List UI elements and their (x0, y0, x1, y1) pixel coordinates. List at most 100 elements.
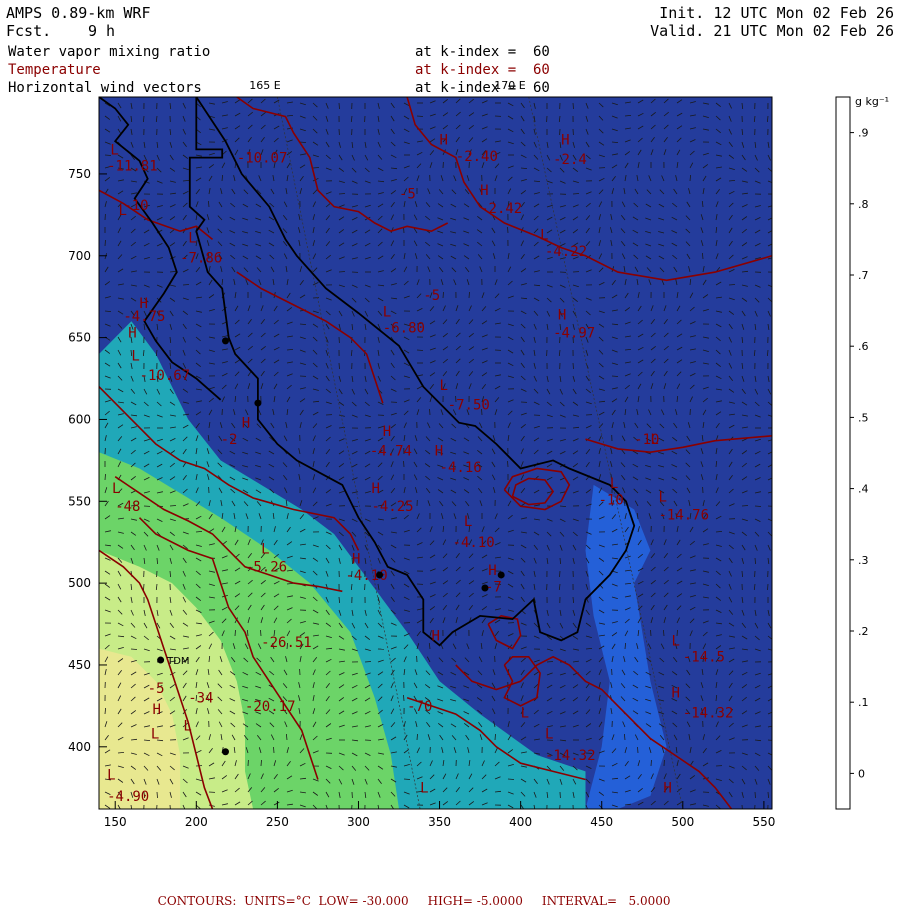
hl-label: H (663, 781, 671, 797)
wind-barb (573, 103, 574, 109)
hl-label: L (521, 705, 529, 721)
contour-label: -4.90 (107, 789, 149, 805)
contour-label: -2.4 (553, 152, 587, 168)
wind-barb (274, 747, 275, 753)
wind-barb (469, 292, 470, 298)
hl-label: L (420, 781, 428, 797)
wind-barb (612, 376, 618, 377)
contour-label: -26.51 (261, 635, 312, 651)
hl-label: L (261, 542, 269, 558)
colorbar-tick-label: .4 (858, 483, 869, 496)
longitude-label: 165 E (249, 79, 280, 92)
wind-barb (352, 805, 353, 811)
wind-barb (131, 649, 137, 650)
hl-label: L (610, 476, 618, 492)
colorbar-tick-label: .7 (858, 269, 869, 282)
wind-barb (768, 584, 769, 590)
x-tick-label: 300 (347, 815, 370, 829)
hl-label: L (440, 378, 448, 394)
station-dot (157, 657, 164, 664)
hl-label: H (371, 481, 379, 497)
wind-barb (560, 805, 561, 811)
hl-label: H (352, 551, 360, 567)
y-tick-label: 450 (68, 658, 91, 672)
wind-barb (144, 584, 145, 590)
contour-label: -5.26 (245, 560, 287, 576)
longitude-label: 170 E (494, 79, 525, 92)
wind-barb (105, 240, 106, 246)
contour-label: -2.42 (480, 201, 522, 217)
wind-barb (742, 805, 743, 811)
wind-barb (170, 805, 171, 811)
contour-label: -20.17 (245, 699, 296, 715)
wind-barb (547, 662, 553, 663)
contour-label: -14.76 (658, 507, 709, 523)
hl-label: H (383, 424, 391, 440)
hl-label: L (540, 227, 548, 243)
hl-label: L (658, 489, 666, 505)
hl-label: L (112, 481, 120, 497)
footer-contours-label: CONTOURS: (158, 894, 237, 908)
wind-barb (755, 506, 761, 507)
station-dot (222, 337, 229, 344)
contour-label: -14.32 (545, 748, 596, 764)
contour-label: -14.5 (683, 650, 725, 666)
x-tick-label: 150 (104, 815, 127, 829)
x-tick-label: 200 (185, 815, 208, 829)
wind-barb (105, 474, 106, 480)
hl-label: H (488, 563, 496, 579)
wind-barb (339, 272, 345, 273)
colorbar-frame (836, 97, 850, 809)
wind-barb (339, 103, 340, 109)
hl-label: L (545, 727, 553, 743)
wind-barb (742, 506, 748, 507)
contour-label: -34 (188, 691, 213, 707)
wind-barb (430, 409, 431, 415)
contour-label: -6.80 (383, 321, 425, 337)
hl-label: L (188, 231, 196, 247)
hl-label: H (435, 443, 443, 459)
footer-interval: INTERVAL= 5.0000 (542, 894, 671, 908)
footer-low: LOW= -30.000 (319, 894, 409, 908)
x-tick-label: 250 (266, 815, 289, 829)
contour-label: -14.32 (683, 705, 734, 721)
y-tick-label: 700 (68, 249, 91, 263)
hl-label: H (561, 132, 569, 148)
map-layer: -11.81-10.07-10-7.86-4.75-10.67-6.80-2.4… (99, 97, 774, 811)
station-dot (498, 571, 505, 578)
wind-barb (443, 292, 444, 298)
y-tick-label: 400 (68, 740, 91, 754)
colorbar-unit: g kg⁻¹ (855, 95, 889, 108)
hl-label: L (118, 203, 126, 219)
station-dot (376, 571, 383, 578)
x-tick-label: 500 (671, 815, 694, 829)
wind-barb (170, 506, 176, 507)
station-dot (222, 748, 229, 755)
hl-label: H (431, 628, 439, 644)
hl-label: H (558, 308, 566, 324)
wind-barb (755, 805, 756, 811)
hl-label: L (650, 432, 658, 448)
x-tick-label: 550 (752, 815, 775, 829)
station-dot (254, 400, 261, 407)
wind-barb (339, 363, 340, 369)
hl-label: L (107, 768, 115, 784)
colorbar-tick-label: .6 (858, 340, 869, 353)
hl-label: H (480, 183, 488, 199)
wind-barb (417, 116, 423, 117)
colorbar-tick-label: .8 (858, 198, 869, 211)
contour-label: -5 (399, 186, 416, 202)
colorbar-tick-label: 0 (858, 767, 865, 780)
wind-barb (404, 695, 405, 701)
wind-barb (508, 461, 509, 467)
hl-label: L (110, 142, 118, 158)
contour-label: -5 (423, 288, 440, 304)
y-tick-label: 650 (68, 331, 91, 345)
chart: -11.81-10.07-10-7.86-4.75-10.67-6.80-2.4… (0, 0, 900, 860)
hl-label: L (131, 349, 139, 365)
wind-barb (651, 760, 652, 766)
hl-label: L (464, 514, 472, 530)
wind-barb (313, 168, 319, 169)
x-tick-label: 400 (509, 815, 532, 829)
y-tick-label: 500 (68, 576, 91, 590)
